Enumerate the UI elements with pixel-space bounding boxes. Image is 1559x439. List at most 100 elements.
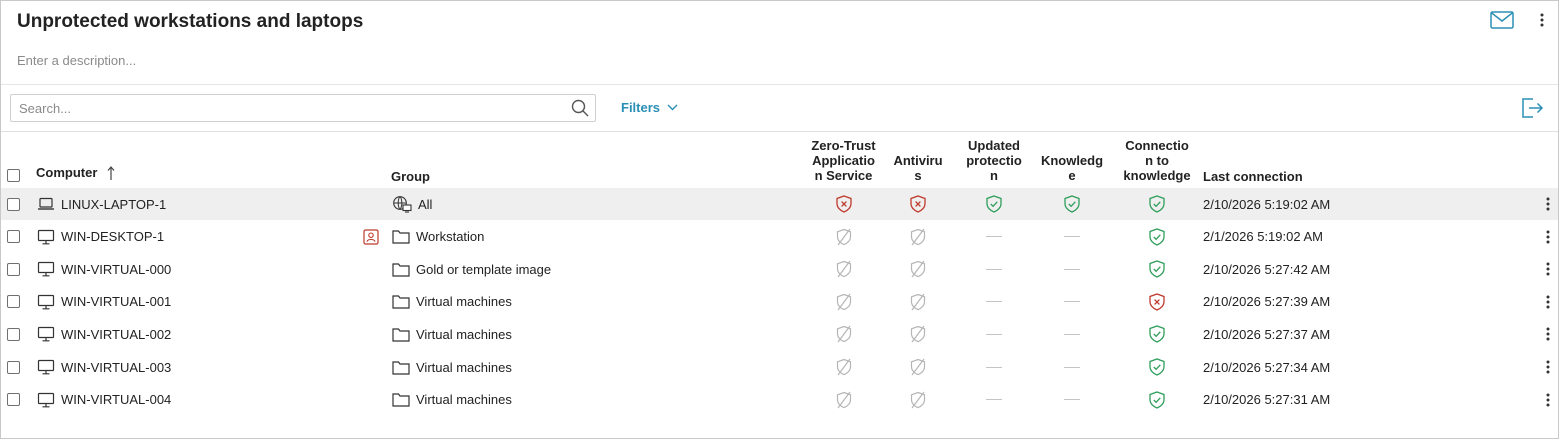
export-icon[interactable] [1520, 96, 1544, 123]
computer-name[interactable]: WIN-VIRTUAL-000 [61, 262, 171, 277]
computer-name[interactable]: WIN-DESKTOP-1 [61, 229, 164, 244]
row-checkbox[interactable] [7, 262, 20, 276]
more-options-icon[interactable] [1540, 13, 1544, 27]
knowledge-status [1037, 286, 1107, 318]
column-computer[interactable]: Computer [36, 165, 115, 180]
row-checkbox[interactable] [7, 393, 20, 407]
row-checkbox-cell [7, 221, 20, 253]
shield-disabled-icon [835, 293, 853, 311]
last-connection: 2/10/2026 5:27:37 AM [1203, 326, 1331, 342]
knowledge-status [1037, 253, 1107, 285]
row-more-options-icon[interactable] [1546, 384, 1550, 416]
filters-button[interactable]: Filters [621, 100, 678, 115]
not-available-dash [1064, 399, 1080, 401]
knowledge-status [1037, 384, 1107, 416]
row-checkbox-cell [7, 286, 20, 318]
last-connection: 2/10/2026 5:27:31 AM [1203, 392, 1331, 408]
zero-trust-status [806, 253, 881, 285]
row-checkbox[interactable] [7, 327, 20, 341]
folder-icon [392, 229, 410, 244]
computer-cell[interactable]: WIN-VIRTUAL-002 [37, 318, 171, 350]
table-row[interactable]: WIN-VIRTUAL-000 Gold or template image 2/1… [1, 253, 1558, 285]
column-updated-protection[interactable]: Updated protectio n [959, 138, 1029, 183]
column-group[interactable]: Group [391, 169, 430, 184]
not-available-dash [986, 333, 1002, 335]
group-name: All [418, 196, 433, 212]
row-checkbox-cell [7, 351, 20, 383]
not-available-dash [986, 399, 1002, 401]
updated-protection-status [959, 351, 1029, 383]
shield-ok-icon [1149, 227, 1165, 246]
computer-cell[interactable]: WIN-VIRTUAL-003 [37, 351, 171, 383]
updated-protection-status [959, 221, 1029, 253]
folder-icon [392, 262, 410, 277]
connection-status [1117, 384, 1197, 416]
row-more-options-icon[interactable] [1546, 253, 1550, 285]
updated-protection-status [959, 253, 1029, 285]
last-connection: 2/10/2026 5:27:42 AM [1203, 261, 1331, 277]
row-more-options-icon[interactable] [1546, 351, 1550, 383]
not-available-dash [986, 366, 1002, 368]
computer-name[interactable]: WIN-VIRTUAL-004 [61, 392, 171, 407]
row-more-options-icon[interactable] [1546, 286, 1550, 318]
row-more-options-icon[interactable] [1546, 221, 1550, 253]
column-antivirus[interactable]: Antiviru s [889, 153, 947, 183]
row-more-options-icon[interactable] [1546, 188, 1550, 220]
antivirus-status [889, 253, 947, 285]
shield-disabled-icon [909, 325, 927, 343]
group-cell: Virtual machines [392, 384, 512, 416]
group-name: Virtual machines [416, 294, 512, 310]
not-available-dash [986, 268, 1002, 270]
computer-cell[interactable]: WIN-DESKTOP-1 [37, 221, 164, 253]
desktop-icon [37, 392, 55, 408]
shield-ok-icon [1064, 195, 1080, 213]
updated-protection-status [959, 188, 1029, 220]
row-checkbox[interactable] [7, 295, 20, 309]
shield-error-icon [1149, 293, 1165, 311]
column-zero-trust[interactable]: Zero-Trust Applicatio n Service [806, 138, 881, 183]
shield-disabled-icon [909, 260, 927, 278]
page-title: Unprotected workstations and laptops [17, 11, 364, 32]
column-connection-to-knowledge[interactable]: Connectio n to knowledge [1117, 138, 1197, 183]
search-input[interactable] [11, 95, 565, 121]
computer-cell[interactable]: WIN-VIRTUAL-004 [37, 384, 171, 416]
table-row[interactable]: WIN-VIRTUAL-002 Virtual machines 2/10/2026… [1, 318, 1558, 350]
folder-icon [392, 294, 410, 309]
table-row[interactable]: WIN-VIRTUAL-001 Virtual machines 2/10/2026… [1, 286, 1558, 318]
select-all-checkbox[interactable] [7, 169, 20, 182]
group-name: Virtual machines [416, 326, 512, 342]
top-actions [1490, 11, 1544, 29]
last-connection: 2/10/2026 5:19:02 AM [1203, 196, 1331, 212]
table-row[interactable]: WIN-VIRTUAL-004 Virtual machines 2/10/2026… [1, 384, 1558, 416]
row-checkbox[interactable] [7, 360, 20, 374]
table-row[interactable]: WIN-DESKTOP-1 Workstation 2/1/2026 5:19:02… [1, 221, 1558, 253]
search-box[interactable] [10, 94, 596, 122]
computer-name[interactable]: WIN-VIRTUAL-002 [61, 327, 171, 342]
shield-disabled-icon [909, 358, 927, 376]
shield-ok-icon [1149, 358, 1165, 376]
group-name: Virtual machines [416, 359, 512, 375]
desktop-icon [37, 326, 55, 342]
email-icon[interactable] [1490, 11, 1514, 29]
computer-cell[interactable]: WIN-VIRTUAL-001 [37, 286, 171, 318]
computer-name[interactable]: LINUX-LAPTOP-1 [61, 197, 166, 212]
group-cell: Workstation [392, 221, 484, 253]
computer-name[interactable]: WIN-VIRTUAL-003 [61, 360, 171, 375]
description-field[interactable]: Enter a description... [17, 53, 136, 68]
last-connection: 2/10/2026 5:27:34 AM [1203, 359, 1331, 375]
computer-cell[interactable]: WIN-VIRTUAL-000 [37, 253, 171, 285]
computer-name[interactable]: WIN-VIRTUAL-001 [61, 294, 171, 309]
row-checkbox[interactable] [7, 230, 20, 244]
table-row[interactable]: LINUX-LAPTOP-1 All 2/10/2026 5:19:02 AM [1, 188, 1558, 220]
user-alert-icon[interactable] [363, 221, 379, 253]
not-available-dash [1064, 236, 1080, 238]
table-row[interactable]: WIN-VIRTUAL-003 Virtual machines 2/10/2026… [1, 351, 1558, 383]
column-knowledge[interactable]: Knowledg e [1037, 153, 1107, 183]
computer-cell[interactable]: LINUX-LAPTOP-1 [37, 188, 166, 220]
folder-icon [392, 392, 410, 407]
column-last-connection[interactable]: Last connection [1203, 169, 1303, 184]
sort-ascending-icon [107, 165, 115, 180]
search-icon[interactable] [565, 99, 595, 117]
row-checkbox[interactable] [7, 197, 20, 211]
row-more-options-icon[interactable] [1546, 318, 1550, 350]
